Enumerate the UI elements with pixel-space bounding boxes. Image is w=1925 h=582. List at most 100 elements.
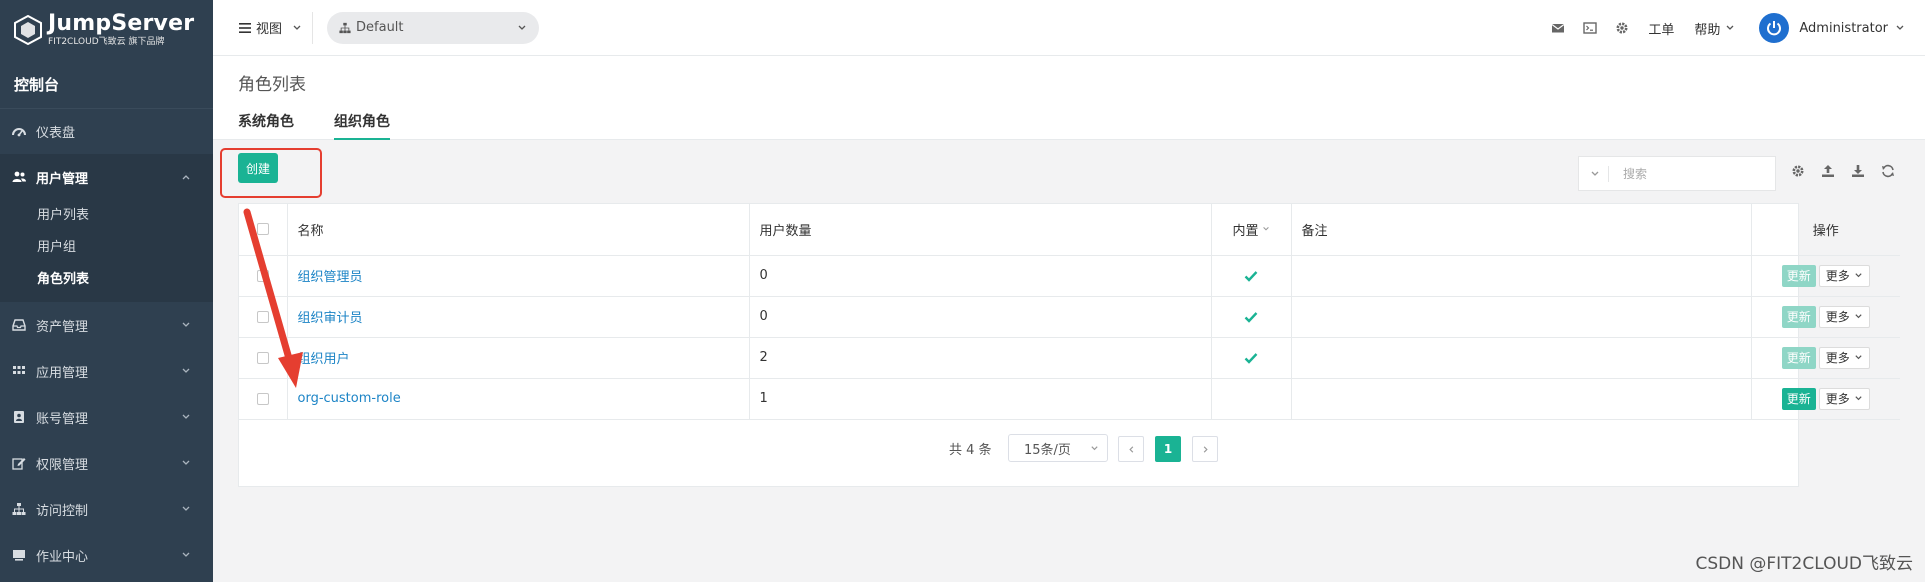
view-switch-button[interactable]: 视图 — [213, 11, 314, 44]
console-title: 控制台 — [14, 76, 60, 94]
topbar: 视图 Default 工单 帮助 Administrator — [213, 0, 1925, 56]
table-tools — [1791, 164, 1911, 178]
search-box[interactable] — [1578, 156, 1776, 191]
search-input[interactable] — [1623, 166, 1763, 181]
more-button[interactable]: 更多 — [1818, 346, 1870, 369]
update-button[interactable]: 更新 — [1781, 346, 1816, 369]
more-label: 更多 — [1825, 351, 1850, 365]
grid-icon — [12, 364, 26, 378]
chevron-right-icon — [1203, 445, 1208, 453]
chevron-down-icon[interactable] — [1590, 169, 1600, 179]
page-number-current[interactable]: 1 — [1155, 436, 1181, 462]
menu-icon — [239, 22, 251, 33]
gear-icon[interactable] — [1615, 21, 1629, 35]
sidebar-item-job-center[interactable]: 作业中心 — [0, 532, 213, 578]
col-actions: 操作 — [1751, 204, 1900, 256]
sidebar-item-assets[interactable]: 资产管理 — [0, 302, 213, 348]
watermark: CSDN @FIT2CLOUD飞致云 — [1695, 554, 1913, 574]
table-row: org-custom-role 1 更新 更多 — [239, 378, 1900, 420]
role-name-link[interactable]: org-custom-role — [298, 391, 401, 406]
comment-cell — [1291, 255, 1752, 297]
sidebar-item-accounts[interactable]: 账号管理 — [0, 394, 213, 440]
row-checkbox[interactable] — [256, 392, 269, 405]
sidebar-subitem-role-list[interactable]: 角色列表 — [0, 264, 213, 296]
org-select[interactable]: Default — [327, 11, 540, 44]
row-checkbox[interactable] — [256, 310, 269, 323]
chevron-down-icon — [1896, 25, 1904, 30]
select-all-checkbox[interactable] — [256, 223, 269, 236]
main-content: 创建 名称 用户数量 内置 — [213, 141, 1925, 582]
builtin-cell — [1211, 337, 1292, 379]
name-cell: 组织管理员 — [287, 255, 750, 297]
row-checkbox[interactable] — [256, 269, 269, 282]
sidebar-item-permissions[interactable]: 权限管理 — [0, 440, 213, 486]
sidebar-item-users[interactable]: 用户管理 — [0, 154, 213, 200]
row-check-cell — [239, 337, 288, 379]
terminal-icon — [12, 548, 26, 562]
create-button[interactable]: 创建 — [238, 153, 278, 183]
chevron-down-icon — [182, 414, 190, 419]
page-title: 角色列表 — [238, 75, 306, 95]
sidebar-item-label: 账号管理 — [36, 411, 89, 427]
role-name-link[interactable]: 组织用户 — [298, 352, 350, 367]
sidebar-item-label: 用户管理 — [36, 171, 89, 187]
sidebar-item-label: 仪表盘 — [36, 126, 76, 141]
role-name-link[interactable]: 组织管理员 — [298, 270, 363, 285]
users-amount-cell: 2 — [749, 337, 1212, 379]
more-label: 更多 — [1825, 269, 1850, 283]
more-button[interactable]: 更多 — [1818, 387, 1870, 410]
chevron-down-icon — [1091, 446, 1098, 451]
page-size-select[interactable]: 15条/页 — [1008, 434, 1108, 462]
tab-system-roles[interactable]: 系统角色 — [238, 110, 294, 140]
col-comment[interactable]: 备注 — [1291, 204, 1752, 256]
help-menu[interactable]: 帮助 — [1694, 19, 1735, 38]
more-button[interactable]: 更多 — [1818, 264, 1870, 287]
mail-icon[interactable] — [1551, 21, 1565, 35]
col-name[interactable]: 名称 — [287, 204, 750, 256]
row-checkbox[interactable] — [256, 351, 269, 364]
builtin-cell — [1211, 255, 1292, 297]
avatar[interactable] — [1759, 13, 1790, 43]
user-menu[interactable]: Administrator — [1799, 21, 1905, 36]
sidebar-subitem-user-list[interactable]: 用户列表 — [0, 200, 213, 232]
download-icon[interactable] — [1851, 164, 1865, 178]
name-cell: 组织用户 — [287, 337, 750, 379]
search-divider — [1608, 165, 1609, 182]
col-users-amount[interactable]: 用户数量 — [749, 204, 1212, 256]
more-button[interactable]: 更多 — [1818, 305, 1870, 328]
update-button[interactable]: 更新 — [1781, 305, 1816, 328]
dashboard-icon — [12, 125, 26, 139]
sidebar-item-applications[interactable]: 应用管理 — [0, 348, 213, 394]
refresh-icon[interactable] — [1881, 164, 1895, 178]
chevron-down-icon — [182, 322, 190, 327]
prev-page-button[interactable] — [1118, 436, 1144, 462]
logo[interactable]: JumpServer FIT2CLOUD飞致云 旗下品牌 — [0, 0, 213, 60]
chevron-down-icon — [1855, 314, 1862, 319]
chevron-down-icon — [1855, 273, 1862, 278]
check-icon — [1244, 270, 1258, 282]
gear-icon[interactable] — [1791, 164, 1805, 178]
sidebar-subitem-user-group[interactable]: 用户组 — [0, 232, 213, 264]
col-builtin[interactable]: 内置 — [1211, 204, 1292, 256]
chevron-down-icon — [518, 25, 526, 30]
role-name-link[interactable]: 组织审计员 — [298, 311, 363, 326]
actions-cell: 更新 更多 — [1751, 337, 1900, 379]
sidebar-item-access-control[interactable]: 访问控制 — [0, 486, 213, 532]
chevron-down-icon — [182, 460, 190, 465]
table-row: 组织用户 2 更新 更多 — [239, 337, 1900, 379]
sidebar-item-label: 资产管理 — [36, 319, 89, 335]
upload-icon[interactable] — [1821, 164, 1835, 178]
chevron-down-icon — [182, 368, 190, 373]
row-check-cell — [239, 255, 288, 297]
tab-org-roles[interactable]: 组织角色 — [334, 110, 390, 140]
web-terminal-icon[interactable] — [1583, 21, 1598, 35]
more-label: 更多 — [1825, 392, 1850, 406]
builtin-cell — [1211, 296, 1292, 338]
user-name: Administrator — [1799, 20, 1888, 36]
next-page-button[interactable] — [1192, 436, 1218, 462]
sidebar-item-dashboard[interactable]: 仪表盘 — [0, 108, 213, 154]
tickets-link[interactable]: 工单 — [1648, 19, 1674, 38]
pagination: 共 4 条 15条/页 1 — [239, 434, 1798, 462]
update-button[interactable]: 更新 — [1781, 264, 1816, 287]
update-button[interactable]: 更新 — [1781, 387, 1816, 410]
